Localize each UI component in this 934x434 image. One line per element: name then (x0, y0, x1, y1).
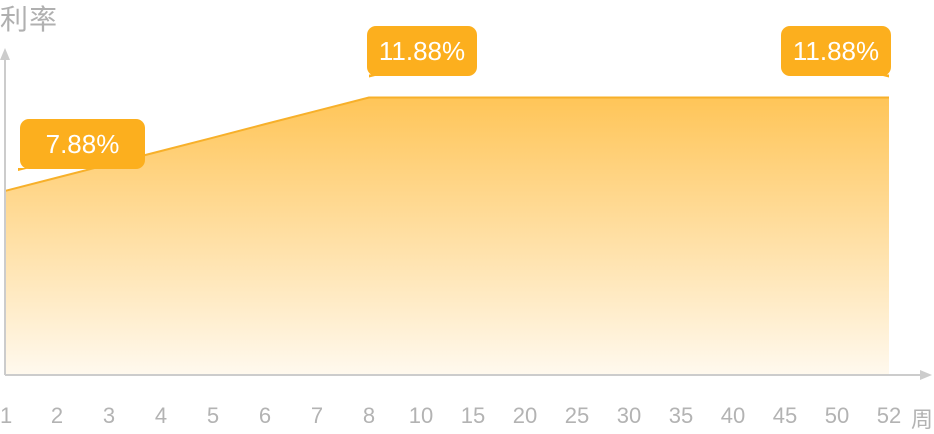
x-tick-label: 2 (50, 403, 64, 428)
x-tick-label: 25 (564, 403, 590, 428)
x-tick-label: 8 (362, 403, 376, 428)
y-axis-arrow-icon (0, 48, 10, 60)
rate-callout: 11.88% (367, 25, 477, 76)
data-point-4 (159, 149, 163, 153)
x-tick-label: 3 (102, 403, 116, 428)
data-point-50 (835, 96, 839, 100)
data-point-6 (263, 122, 267, 126)
x-axis-arrow-icon (920, 370, 932, 380)
data-point-20 (523, 96, 527, 100)
data-point-52 (887, 96, 891, 100)
x-axis-unit: 周 (911, 408, 934, 433)
data-point-30 (627, 96, 631, 100)
data-point-35 (679, 96, 683, 100)
x-tick-label: 30 (616, 403, 642, 428)
rate-callout: 7.88% (20, 118, 145, 169)
x-tick-label: 6 (258, 403, 272, 428)
data-point-25 (575, 96, 579, 100)
data-point-10 (419, 96, 423, 100)
data-point-2 (55, 176, 59, 180)
x-tick-label: 35 (668, 403, 694, 428)
data-point-15 (471, 96, 475, 100)
data-point-5 (211, 136, 215, 140)
x-tick-label: 1 (0, 403, 13, 428)
x-tick-label: 40 (720, 403, 746, 428)
x-tick-label: 15 (460, 403, 486, 428)
data-point-45 (783, 96, 787, 100)
x-tick-label: 20 (512, 403, 538, 428)
rate-callout: 11.88% (781, 25, 891, 76)
x-tick-label: 5 (206, 403, 220, 428)
rate-chart: 利率 1 2 3 4 5 6 7 8 10 15 20 25 30 35 40 45 50 52 周 7.88% 1… (0, 0, 934, 433)
data-point-40 (731, 96, 735, 100)
x-tick-label: 50 (824, 403, 850, 428)
x-tick-label: 7 (310, 403, 324, 428)
data-point-8 (367, 96, 371, 100)
x-tick-label: 45 (772, 403, 798, 428)
x-tick-label: 4 (154, 403, 168, 428)
x-tick-label: 10 (408, 403, 434, 428)
data-point-7 (315, 109, 319, 113)
x-tick-label: 52 (876, 403, 902, 428)
